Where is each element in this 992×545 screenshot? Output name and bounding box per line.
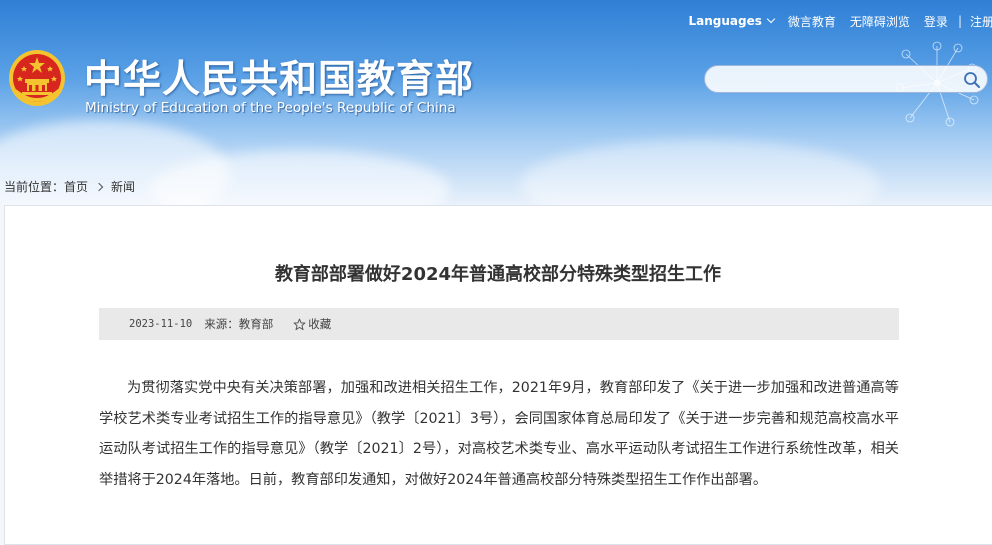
cloud-decoration <box>520 140 880 205</box>
weiyan-education-link[interactable]: 微言教育 <box>788 13 836 30</box>
languages-label: Languages <box>689 14 762 28</box>
languages-menu[interactable]: Languages <box>689 14 774 28</box>
accessibility-link[interactable]: 无障碍浏览 <box>850 13 910 30</box>
site-title-en[interactable]: Ministry of Education of the People's Re… <box>85 100 456 116</box>
favorite-label: 收藏 <box>308 316 331 332</box>
article-meta-bar: 2023-11-10 来源：教育部 收藏 <box>99 308 899 340</box>
breadcrumb: 当前位置： 首页 新闻 <box>4 178 135 195</box>
login-link[interactable]: 登录 <box>924 13 948 30</box>
article-date: 2023-11-10 <box>129 318 192 330</box>
search-input[interactable] <box>717 66 961 94</box>
register-link[interactable]: 注册 <box>970 13 992 30</box>
top-navigation: Languages 微言教育 无障碍浏览 登录 | 注册 <box>675 12 992 30</box>
site-title-cn[interactable]: 中华人民共和国教育部 <box>84 48 474 103</box>
breadcrumb-home-link[interactable]: 首页 <box>64 178 88 195</box>
chevron-down-icon <box>767 15 775 23</box>
nav-separator: | <box>958 14 962 28</box>
site-header: 中华人民共和国教育部 Ministry of Education of the … <box>0 0 992 205</box>
breadcrumb-label: 当前位置： <box>4 178 64 195</box>
star-icon <box>293 318 306 331</box>
article-source: 来源：教育部 <box>204 316 273 332</box>
breadcrumb-news-link[interactable]: 新闻 <box>111 178 135 195</box>
article-paragraph: 为贯彻落实党中央有关决策部署，加强和改进相关招生工作，2021年9月，教育部印发… <box>99 373 899 495</box>
favorite-button[interactable]: 收藏 <box>293 316 331 332</box>
national-emblem-icon[interactable] <box>8 49 66 107</box>
search-icon[interactable] <box>963 71 981 89</box>
article-title: 教育部部署做好2024年普通高校部分特殊类型招生工作 <box>0 260 992 286</box>
chevron-right-icon <box>95 182 103 190</box>
search-box <box>704 65 988 93</box>
